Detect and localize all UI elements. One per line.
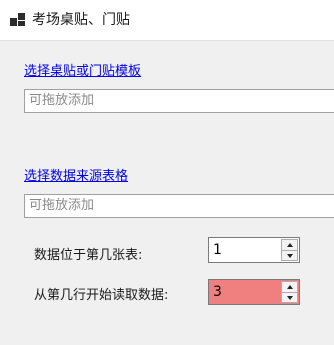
select-template-link[interactable]: 选择桌贴或门贴模板 [24, 63, 141, 80]
sheet-index-up-button[interactable] [281, 239, 298, 251]
start-row-up-button[interactable] [281, 281, 298, 293]
start-row-label: 从第几行开始读取数据: [34, 288, 169, 303]
sheet-index-label: 数据位于第几张表: [34, 248, 143, 263]
start-row-value[interactable]: 3 [213, 280, 222, 304]
arrow-up-icon [286, 285, 293, 289]
arrow-down-icon [286, 295, 293, 300]
arrow-down-icon [286, 253, 293, 258]
source-drop-field[interactable]: 可拖放添加 [24, 194, 334, 218]
start-row-spin-buttons [281, 281, 298, 303]
sheet-index-spin-buttons [281, 239, 298, 261]
app-window-icon [10, 13, 25, 26]
window-title: 考场桌贴、门贴 [32, 12, 130, 28]
main-window: 考场桌贴、门贴 选择桌贴或门贴模板 可拖放添加 选择数据来源表格 可拖放添加 数… [0, 0, 334, 345]
select-source-link[interactable]: 选择数据来源表格 [24, 168, 128, 185]
start-row-stepper[interactable]: 3 [208, 279, 300, 305]
sheet-index-stepper[interactable]: 1 [208, 237, 300, 263]
sheet-index-down-button[interactable] [281, 250, 298, 261]
template-drop-field[interactable]: 可拖放添加 [24, 89, 334, 113]
sheet-index-value[interactable]: 1 [213, 238, 222, 262]
arrow-up-icon [286, 243, 293, 247]
start-row-down-button[interactable] [281, 292, 298, 303]
title-bar: 考场桌贴、门贴 [0, 0, 334, 41]
